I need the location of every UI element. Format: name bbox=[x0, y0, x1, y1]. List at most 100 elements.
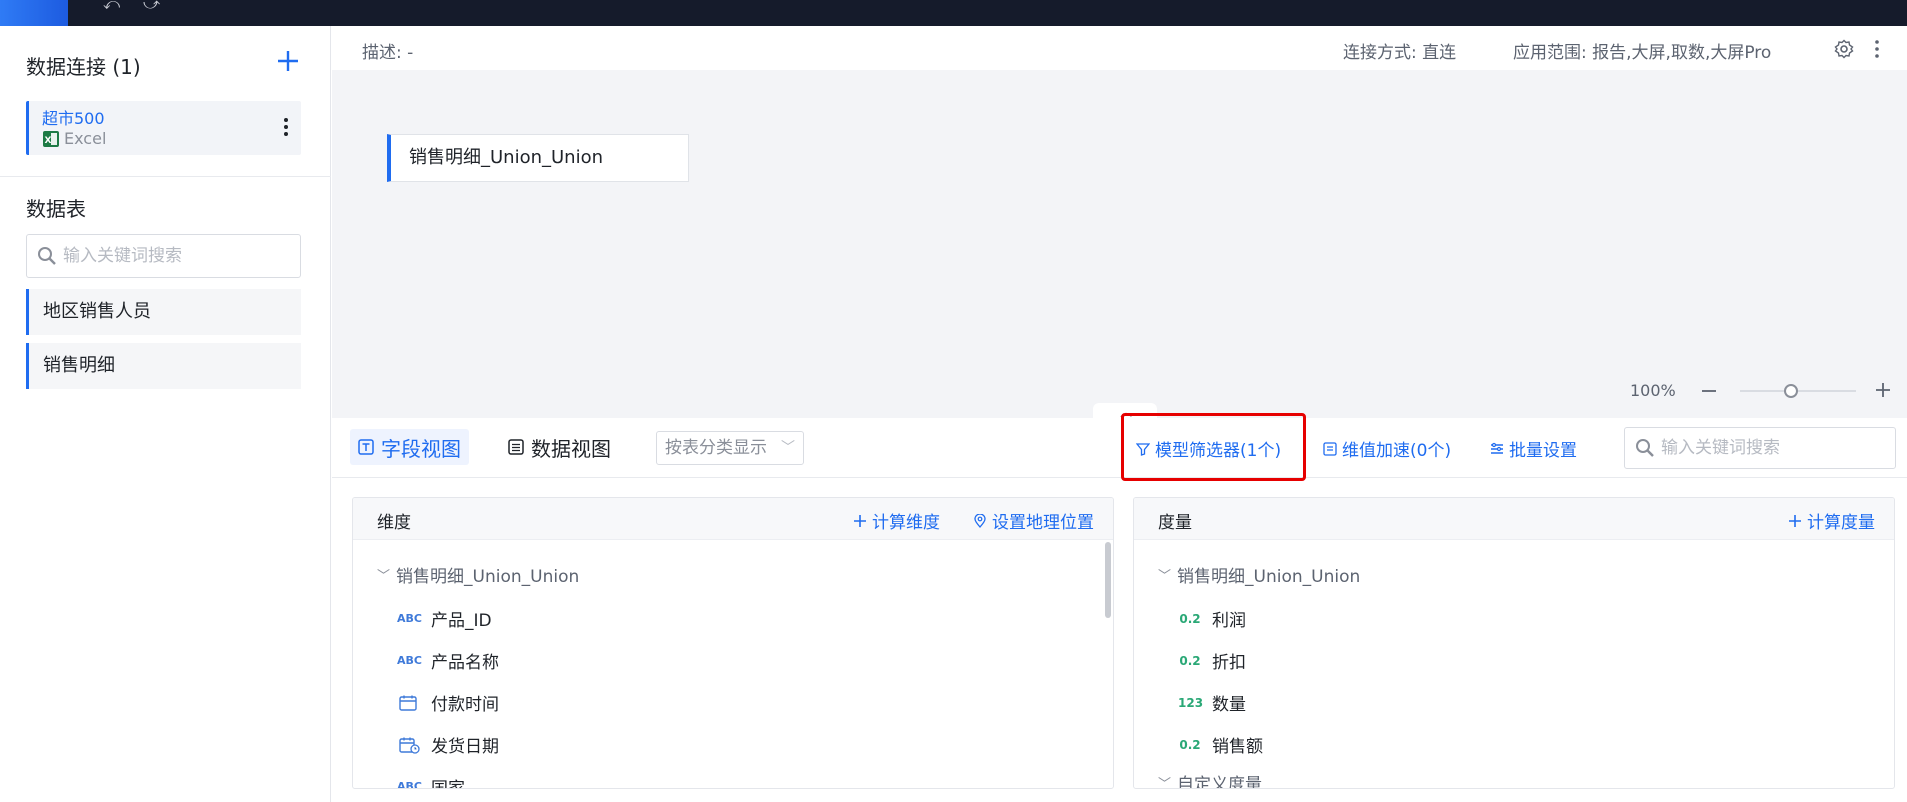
connection-type: X Excel bbox=[42, 129, 106, 148]
connection-name: 超市500 bbox=[42, 109, 105, 128]
table-item-sales-detail[interactable]: 销售明细 bbox=[26, 343, 301, 389]
batch-settings-button[interactable]: 批量设置 bbox=[1490, 436, 1577, 461]
custom-measures-group-label: 自定义度量 bbox=[1177, 775, 1263, 789]
undo-icon[interactable]: ⤺ bbox=[103, 0, 120, 14]
measures-group[interactable]: ﹀ 销售明细_Union_Union bbox=[1158, 562, 1360, 587]
dimension-field[interactable]: ABC 产品_ID bbox=[397, 606, 492, 631]
tab-field-view[interactable]: 字段视图 bbox=[350, 429, 469, 465]
model-canvas[interactable] bbox=[332, 70, 1907, 418]
redo-icon[interactable]: ⤻ bbox=[143, 0, 160, 14]
set-geo-label: 设置地理位置 bbox=[992, 513, 1094, 533]
text-type-icon: ABC bbox=[397, 612, 422, 625]
dimensions-title: 维度 bbox=[377, 513, 411, 533]
dimension-field[interactable]: 发货日期 bbox=[397, 732, 499, 757]
dim-accel-label: 维值加速(0个) bbox=[1342, 441, 1452, 461]
table-item-region-sales[interactable]: 地区销售人员 bbox=[26, 289, 301, 335]
dimension-field-name: 产品_ID bbox=[431, 611, 492, 631]
dimension-field-name: 国家 bbox=[431, 779, 465, 789]
measure-field-name: 折扣 bbox=[1212, 653, 1246, 673]
model-filter-label: 模型筛选器(1个) bbox=[1155, 441, 1282, 461]
svg-text:X: X bbox=[45, 136, 52, 146]
chevron-down-icon: ﹀ bbox=[781, 440, 795, 456]
measures-panel: 度量 计算度量 ﹀ 销售明细_Union_Union 0.2 利润 0.2 折扣… bbox=[1133, 497, 1895, 789]
chevron-down-icon: ﹀ bbox=[1158, 777, 1172, 789]
date-type-icon bbox=[399, 695, 417, 711]
more-vertical-icon[interactable] bbox=[283, 115, 289, 139]
dimension-field-name: 付款时间 bbox=[431, 695, 499, 715]
measure-field[interactable]: 123 数量 bbox=[1178, 690, 1246, 715]
dimension-field-name: 发货日期 bbox=[431, 737, 499, 757]
measures-panel-header: 度量 计算度量 bbox=[1134, 498, 1894, 540]
description-text: 描述: - bbox=[362, 43, 414, 63]
table-node[interactable]: 销售明细_Union_Union bbox=[387, 134, 689, 182]
zoom-level: 100% bbox=[1630, 381, 1676, 400]
zoom-out-icon[interactable] bbox=[1700, 382, 1718, 400]
grouping-select-value: 按表分类显示 bbox=[665, 438, 767, 458]
measure-field[interactable]: 0.2 利润 bbox=[1178, 606, 1246, 631]
connection-item[interactable]: 超市500 X Excel bbox=[26, 101, 301, 155]
calc-dimension-label: 计算维度 bbox=[872, 513, 940, 533]
batch-settings-label: 批量设置 bbox=[1509, 441, 1577, 461]
connection-type-label: Excel bbox=[64, 129, 107, 148]
dimensions-group-label: 销售明细_Union_Union bbox=[396, 567, 580, 587]
data-tables-title: 数据表 bbox=[26, 197, 86, 221]
dimensions-group[interactable]: ﹀ 销售明细_Union_Union bbox=[377, 562, 579, 587]
decimal-type-icon: 0.2 bbox=[1179, 611, 1201, 626]
excel-icon: X bbox=[43, 130, 59, 147]
dimensions-panel: 维度 计算维度 设置地理位置 ﹀ 销售明细_Union_Union ABC 产品… bbox=[352, 497, 1114, 789]
dimension-field-name: 产品名称 bbox=[431, 653, 499, 673]
add-connection-icon[interactable] bbox=[275, 48, 301, 74]
measures-title: 度量 bbox=[1158, 513, 1192, 533]
measure-field[interactable]: 0.2 折扣 bbox=[1178, 648, 1246, 673]
measure-field-name: 销售额 bbox=[1212, 737, 1263, 757]
zoom-slider-track[interactable] bbox=[1740, 390, 1856, 392]
custom-measures-group[interactable]: ﹀ 自定义度量 bbox=[1158, 770, 1263, 789]
app-logo[interactable] bbox=[0, 0, 68, 26]
field-search-input[interactable] bbox=[1661, 434, 1887, 462]
dimensions-panel-header: 维度 计算维度 设置地理位置 bbox=[353, 498, 1113, 540]
gear-icon[interactable] bbox=[1834, 39, 1854, 59]
search-icon bbox=[1636, 439, 1654, 457]
filter-icon bbox=[1136, 442, 1150, 456]
top-bar: ⤺ ⤻ bbox=[0, 0, 1907, 26]
dimension-field[interactable]: 付款时间 bbox=[397, 690, 499, 715]
field-search-box[interactable] bbox=[1624, 427, 1896, 469]
measure-field-name: 利润 bbox=[1212, 611, 1246, 631]
dimension-field[interactable]: ABC 产品名称 bbox=[397, 648, 499, 673]
datetime-type-icon bbox=[399, 737, 420, 754]
tab-field-view-label: 字段视图 bbox=[381, 436, 461, 461]
data-view-icon bbox=[508, 439, 524, 455]
table-search-input[interactable] bbox=[63, 241, 293, 271]
grouping-select[interactable]: 按表分类显示 ﹀ bbox=[656, 431, 804, 465]
calc-measure-button[interactable]: 计算度量 bbox=[1788, 508, 1875, 533]
model-filter-button[interactable]: 模型筛选器(1个) bbox=[1136, 436, 1281, 461]
more-vertical-icon[interactable] bbox=[1874, 38, 1880, 60]
tab-data-view-label: 数据视图 bbox=[531, 436, 611, 461]
collapse-panel-toggle[interactable]: ︿ bbox=[1093, 403, 1157, 419]
zoom-in-icon[interactable] bbox=[1874, 381, 1892, 399]
measure-field[interactable]: 0.2 销售额 bbox=[1178, 732, 1263, 757]
search-icon bbox=[38, 247, 56, 265]
divider bbox=[0, 176, 331, 177]
field-view-icon bbox=[358, 439, 374, 455]
plus-icon bbox=[1789, 514, 1801, 527]
scope-text: 应用范围: 报告,大屏,取数,大屏Pro bbox=[1513, 43, 1772, 63]
accelerate-icon bbox=[1323, 441, 1337, 456]
sidebar: 数据连接 (1) 超市500 X Excel 数据表 地区销售人员 销售明细 bbox=[0, 26, 331, 802]
data-connection-title: 数据连接 (1) bbox=[26, 55, 141, 79]
chevron-down-icon: ﹀ bbox=[377, 569, 391, 584]
calc-dimension-button[interactable]: 计算维度 bbox=[853, 508, 940, 533]
integer-type-icon: 123 bbox=[1178, 695, 1204, 710]
text-type-icon: ABC bbox=[397, 780, 422, 789]
set-geo-button[interactable]: 设置地理位置 bbox=[973, 508, 1094, 533]
tab-data-view[interactable]: 数据视图 bbox=[500, 429, 619, 465]
scrollbar[interactable] bbox=[1105, 542, 1111, 618]
location-pin-icon bbox=[974, 513, 986, 528]
dim-accel-button[interactable]: 维值加速(0个) bbox=[1323, 436, 1451, 461]
zoom-slider-thumb[interactable] bbox=[1784, 384, 1798, 398]
plus-icon bbox=[854, 514, 866, 527]
decimal-type-icon: 0.2 bbox=[1179, 653, 1201, 668]
dimension-field[interactable]: ABC 国家 bbox=[397, 774, 465, 789]
table-search-box[interactable] bbox=[26, 234, 301, 278]
calc-measure-label: 计算度量 bbox=[1807, 513, 1875, 533]
